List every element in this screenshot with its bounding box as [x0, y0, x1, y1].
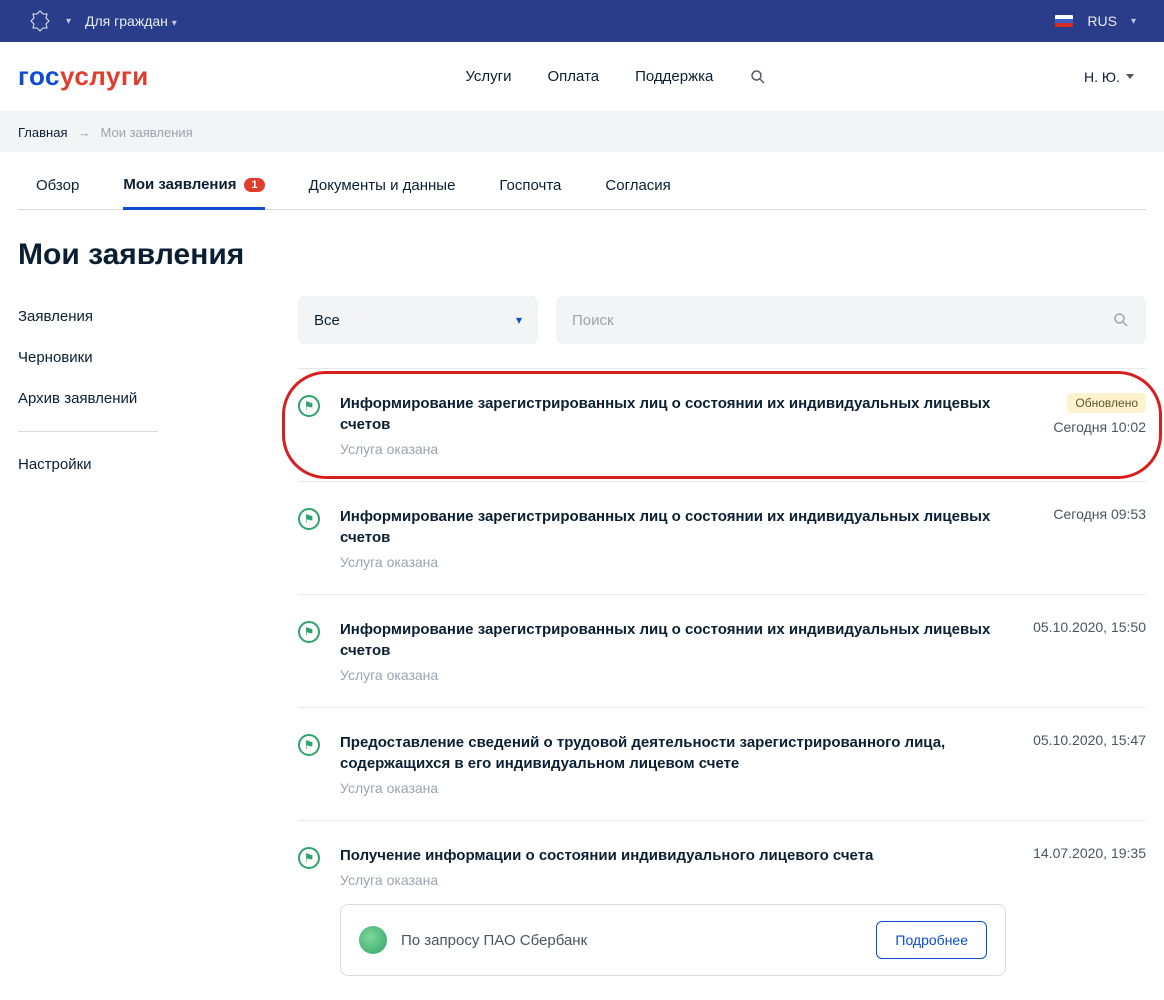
search-box[interactable]	[556, 296, 1146, 344]
tab-documents[interactable]: Документы и данные	[309, 176, 456, 209]
application-title: Предоставление сведений о трудовой деяте…	[340, 732, 1006, 774]
sberbank-icon	[359, 926, 387, 954]
gov-bar: ▾ Для граждан ▾ RUS ▾	[0, 0, 1164, 42]
application-status: Услуга оказана	[340, 554, 1006, 570]
side-separator	[18, 431, 158, 432]
application-item[interactable]: ⚑ Предоставление сведений о трудовой дея…	[298, 707, 1146, 820]
application-status: Услуга оказана	[340, 872, 1006, 888]
application-item[interactable]: ⚑ Получение информации о состоянии индив…	[298, 820, 1146, 1000]
status-flag-icon: ⚑	[298, 847, 320, 869]
breadcrumb-arrow-icon: →	[77, 125, 90, 140]
chevron-down-icon: ▾	[516, 313, 522, 327]
tab-badge: 1	[244, 178, 264, 192]
status-flag-icon: ⚑	[298, 621, 320, 643]
search-icon[interactable]	[749, 68, 767, 86]
tab-gosmail[interactable]: Госпочта	[499, 176, 561, 209]
application-date: 05.10.2020, 15:50	[1033, 619, 1146, 635]
search-input[interactable]	[572, 312, 1112, 329]
chevron-down-icon: ▾	[172, 18, 177, 29]
tab-label: Мои заявления	[123, 176, 236, 193]
updated-badge: Обновлено	[1067, 393, 1146, 413]
application-title: Информирование зарегистрированных лиц о …	[340, 393, 1006, 435]
application-status: Услуга оказана	[340, 780, 1006, 796]
application-date: Сегодня 09:53	[1053, 506, 1146, 522]
language-selector[interactable]: RUS ▾	[1055, 13, 1136, 29]
application-status: Услуга оказана	[340, 441, 1006, 457]
profile-tabs: Обзор Мои заявления 1 Документы и данные…	[18, 152, 1146, 210]
breadcrumb-home[interactable]: Главная	[18, 125, 67, 140]
application-date: Сегодня 10:02	[1053, 419, 1146, 435]
nav-support[interactable]: Поддержка	[635, 68, 713, 85]
side-applications[interactable]: Заявления	[18, 296, 258, 337]
nav-payment[interactable]: Оплата	[548, 68, 600, 85]
filter-select[interactable]: Все ▾	[298, 296, 538, 344]
main-header: госуслуги Услуги Оплата Поддержка Н. Ю.	[0, 42, 1164, 112]
request-source-box: По запросу ПАО Сбербанк Подробнее	[340, 904, 1006, 976]
tab-applications[interactable]: Мои заявления 1	[123, 176, 264, 210]
breadcrumb-current: Мои заявления	[100, 125, 192, 140]
application-title: Информирование зарегистрированных лиц о …	[340, 506, 1006, 548]
application-status: Услуга оказана	[340, 667, 1006, 683]
emblem-icon	[28, 9, 52, 33]
chevron-down-icon: ▾	[1131, 16, 1136, 27]
side-archive[interactable]: Архив заявлений	[18, 378, 258, 419]
filter-selected-label: Все	[314, 312, 340, 329]
application-date: 14.07.2020, 19:35	[1033, 845, 1146, 861]
breadcrumb: Главная → Мои заявления	[0, 112, 1164, 152]
request-source-text: По запросу ПАО Сбербанк	[401, 932, 587, 949]
application-item[interactable]: ⚑ Информирование зарегистрированных лиц …	[298, 481, 1146, 594]
user-menu[interactable]: Н. Ю.	[1084, 69, 1146, 85]
audience-selector[interactable]: Для граждан ▾	[85, 13, 177, 29]
application-date: 05.10.2020, 15:47	[1033, 732, 1146, 748]
tab-overview[interactable]: Обзор	[36, 176, 79, 209]
details-button[interactable]: Подробнее	[876, 921, 987, 959]
application-item[interactable]: ⚑ Информирование зарегистрированных лиц …	[298, 368, 1146, 481]
status-flag-icon: ⚑	[298, 734, 320, 756]
site-logo[interactable]: госуслуги	[18, 61, 149, 92]
tab-consents[interactable]: Согласия	[605, 176, 670, 209]
application-title: Получение информации о состоянии индивид…	[340, 845, 1006, 866]
search-icon[interactable]	[1112, 311, 1130, 329]
page-title: Мои заявления	[0, 210, 1164, 296]
side-drafts[interactable]: Черновики	[18, 337, 258, 378]
application-item[interactable]: ⚑ Информирование зарегистрированных лиц …	[298, 594, 1146, 707]
applications-list: ⚑ Информирование зарегистрированных лиц …	[298, 368, 1146, 1000]
emblem-chevron-icon[interactable]: ▾	[66, 16, 71, 27]
status-flag-icon: ⚑	[298, 508, 320, 530]
caret-down-icon	[1126, 74, 1134, 79]
side-settings[interactable]: Настройки	[18, 444, 258, 485]
flag-ru-icon	[1055, 15, 1073, 27]
main-nav: Услуги Оплата Поддержка	[465, 68, 767, 86]
status-flag-icon: ⚑	[298, 395, 320, 417]
side-menu: Заявления Черновики Архив заявлений Наст…	[18, 296, 258, 1000]
application-title: Информирование зарегистрированных лиц о …	[340, 619, 1006, 661]
nav-services[interactable]: Услуги	[465, 68, 511, 85]
